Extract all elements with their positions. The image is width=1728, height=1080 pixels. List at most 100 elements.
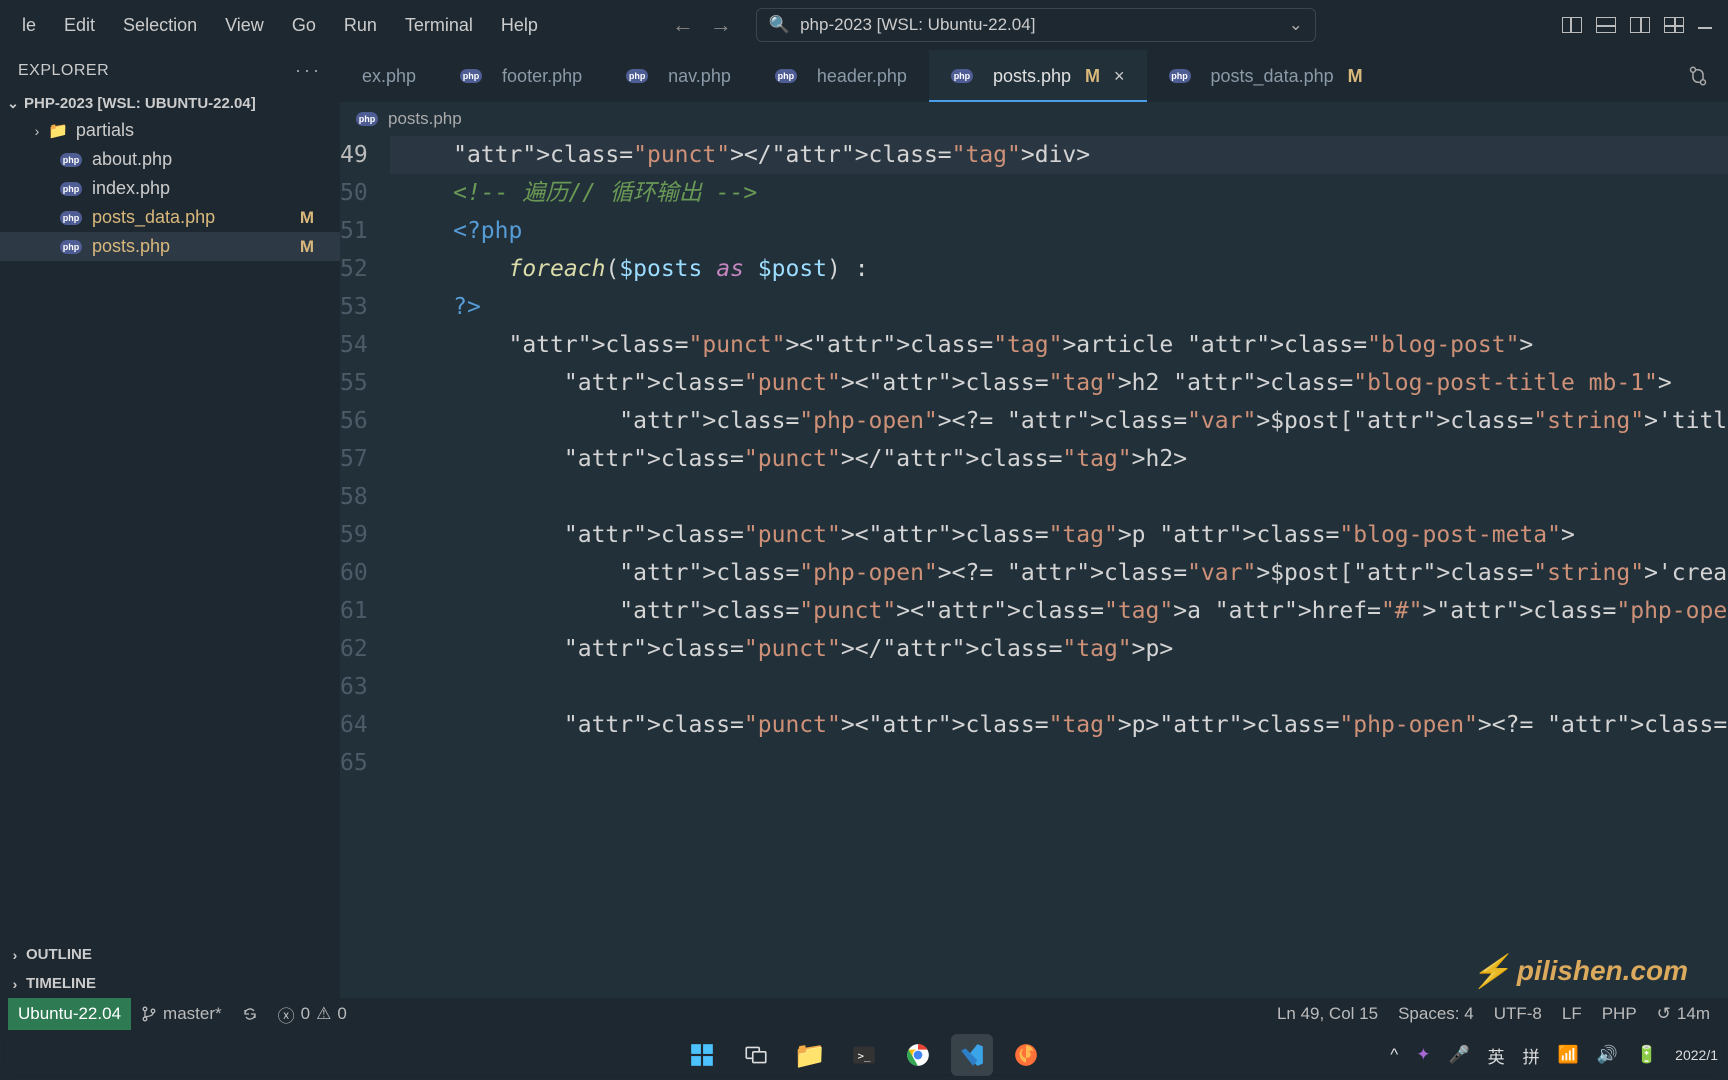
microphone-icon[interactable]: 🎤 bbox=[1448, 1045, 1469, 1065]
php-icon: php bbox=[60, 240, 82, 254]
command-center[interactable]: 🔍 php-2023 [WSL: Ubuntu-22.04] ⌄ bbox=[756, 8, 1316, 42]
line-gutter: 4950515253545556575859606162636465 bbox=[340, 136, 386, 998]
svg-text:>_: >_ bbox=[858, 1049, 872, 1062]
layout-panel-icon[interactable] bbox=[1596, 17, 1616, 33]
layout-customize-icon[interactable] bbox=[1664, 17, 1684, 33]
warning-icon: ⚠ bbox=[316, 1004, 331, 1024]
chevron-right-icon: › bbox=[8, 976, 22, 992]
workspace-root[interactable]: ⌄ PHP-2023 [WSL: UBUNTU-22.04] bbox=[0, 91, 340, 116]
problems-indicator[interactable]: ⓧ0 ⚠0 bbox=[268, 1002, 357, 1027]
chrome-button[interactable] bbox=[897, 1034, 939, 1076]
taskbar-date[interactable]: 2022/1 bbox=[1675, 1047, 1718, 1063]
php-icon: php bbox=[1169, 69, 1191, 83]
menu-help[interactable]: Help bbox=[487, 7, 552, 44]
tree-folder-partials[interactable]: › 📁 partials bbox=[0, 116, 340, 145]
file-explorer-button[interactable]: 📁 bbox=[789, 1034, 831, 1076]
outline-section[interactable]: › OUTLINE bbox=[0, 940, 340, 969]
chevron-right-icon: › bbox=[8, 947, 22, 963]
remote-indicator[interactable]: Ubuntu-22.04 bbox=[8, 998, 131, 1030]
git-branch[interactable]: master* bbox=[131, 1004, 232, 1024]
tree-file-posts[interactable]: php posts.php M bbox=[0, 232, 340, 261]
vscode-icon bbox=[959, 1042, 985, 1068]
terminal-button[interactable]: >_ bbox=[843, 1034, 885, 1076]
tab-ex[interactable]: ex.php bbox=[340, 50, 438, 102]
code-editor[interactable]: 4950515253545556575859606162636465 "attr… bbox=[340, 136, 1728, 998]
terminal-icon: >_ bbox=[851, 1042, 877, 1068]
status-bar: Ubuntu-22.04 master* ⓧ0 ⚠0 Ln 49, Col 15… bbox=[0, 998, 1728, 1030]
tray-chevron-icon[interactable]: ^ bbox=[1390, 1045, 1398, 1065]
tab-nav[interactable]: php nav.php bbox=[604, 50, 753, 102]
nav-forward-icon[interactable]: → bbox=[710, 12, 732, 38]
explorer-more-icon[interactable]: ··· bbox=[295, 60, 322, 81]
php-icon: php bbox=[60, 182, 82, 196]
menu-edit[interactable]: Edit bbox=[50, 7, 109, 44]
tab-footer[interactable]: php footer.php bbox=[438, 50, 604, 102]
battery-icon[interactable]: 🔋 bbox=[1636, 1045, 1657, 1065]
layout-sidebar-right-icon[interactable] bbox=[1630, 17, 1650, 33]
php-icon: php bbox=[626, 69, 648, 83]
close-icon[interactable]: × bbox=[1114, 66, 1125, 87]
volume-icon[interactable]: 🔊 bbox=[1597, 1045, 1618, 1065]
wifi-icon[interactable]: 📶 bbox=[1558, 1045, 1579, 1065]
encoding[interactable]: UTF-8 bbox=[1484, 1004, 1552, 1024]
tray-app-icon[interactable]: ✦ bbox=[1416, 1045, 1430, 1065]
vscode-button[interactable] bbox=[951, 1034, 993, 1076]
tab-posts[interactable]: php posts.php M × bbox=[929, 50, 1147, 102]
timeline-section[interactable]: › TIMELINE bbox=[0, 969, 340, 998]
menu-view[interactable]: View bbox=[211, 7, 278, 44]
cursor-position[interactable]: Ln 49, Col 15 bbox=[1267, 1004, 1388, 1024]
tab-header[interactable]: php header.php bbox=[753, 50, 929, 102]
ime-lang[interactable]: 英 bbox=[1488, 1043, 1505, 1068]
file-tree: › 📁 partials php about.php php index.php… bbox=[0, 116, 340, 940]
chevron-down-icon[interactable]: ⌄ bbox=[1289, 15, 1303, 35]
tree-item-label: posts_data.php bbox=[92, 207, 215, 228]
start-button[interactable] bbox=[681, 1034, 723, 1076]
indentation[interactable]: Spaces: 4 bbox=[1388, 1004, 1484, 1024]
chevron-down-icon: ⌄ bbox=[6, 95, 20, 112]
tab-posts-data[interactable]: php posts_data.php M bbox=[1147, 50, 1385, 102]
nav-back-icon[interactable]: ← bbox=[672, 12, 694, 38]
task-view-icon bbox=[743, 1042, 769, 1068]
firefox-button[interactable] bbox=[1005, 1034, 1047, 1076]
menu-file[interactable]: le bbox=[8, 7, 50, 44]
menu-run[interactable]: Run bbox=[330, 7, 391, 44]
menu-terminal[interactable]: Terminal bbox=[391, 7, 487, 44]
breadcrumb[interactable]: php posts.php bbox=[340, 102, 1728, 136]
php-icon: php bbox=[356, 112, 378, 126]
sync-icon bbox=[242, 1006, 258, 1022]
sync-button[interactable] bbox=[232, 1006, 268, 1022]
folder-icon: 📁 bbox=[794, 1040, 826, 1071]
timeline-label: TIMELINE bbox=[26, 975, 96, 992]
modified-badge: M bbox=[300, 208, 314, 228]
windows-icon bbox=[689, 1042, 715, 1068]
firefox-icon bbox=[1013, 1042, 1039, 1068]
history-icon: ↺ bbox=[1657, 1004, 1671, 1024]
php-icon: php bbox=[951, 69, 973, 83]
outline-label: OUTLINE bbox=[26, 946, 92, 963]
window-minimize-icon[interactable] bbox=[1698, 27, 1712, 29]
code-content[interactable]: "attr">class="punct"></"attr">class="tag… bbox=[386, 136, 1728, 998]
modified-badge: M bbox=[300, 237, 314, 257]
eol[interactable]: LF bbox=[1552, 1004, 1592, 1024]
php-icon: php bbox=[60, 153, 82, 167]
elapsed-time[interactable]: ↺ 14m bbox=[1647, 1004, 1720, 1024]
tree-file-posts-data[interactable]: php posts_data.php M bbox=[0, 203, 340, 232]
tree-file-about[interactable]: php about.php bbox=[0, 145, 340, 174]
php-icon: php bbox=[460, 69, 482, 83]
layout-sidebar-left-icon[interactable] bbox=[1562, 17, 1582, 33]
modified-badge: M bbox=[1348, 66, 1363, 87]
tree-file-index[interactable]: php index.php bbox=[0, 174, 340, 203]
task-view-button[interactable] bbox=[735, 1034, 777, 1076]
ime-mode[interactable]: 拼 bbox=[1523, 1043, 1540, 1068]
language-mode[interactable]: PHP bbox=[1592, 1004, 1647, 1024]
tree-item-label: index.php bbox=[92, 178, 170, 199]
watermark: ⚡ pilishen.com bbox=[1471, 952, 1688, 990]
editor-tabs: ex.php php footer.php php nav.php php he… bbox=[340, 50, 1728, 102]
tab-label: posts.php bbox=[993, 66, 1071, 87]
tree-item-label: posts.php bbox=[92, 236, 170, 257]
menu-selection[interactable]: Selection bbox=[109, 7, 211, 44]
editor-pane: ex.php php footer.php php nav.php php he… bbox=[340, 50, 1728, 998]
compare-changes-icon[interactable] bbox=[1688, 66, 1708, 86]
breadcrumb-file: posts.php bbox=[388, 109, 462, 129]
menu-go[interactable]: Go bbox=[278, 7, 330, 44]
